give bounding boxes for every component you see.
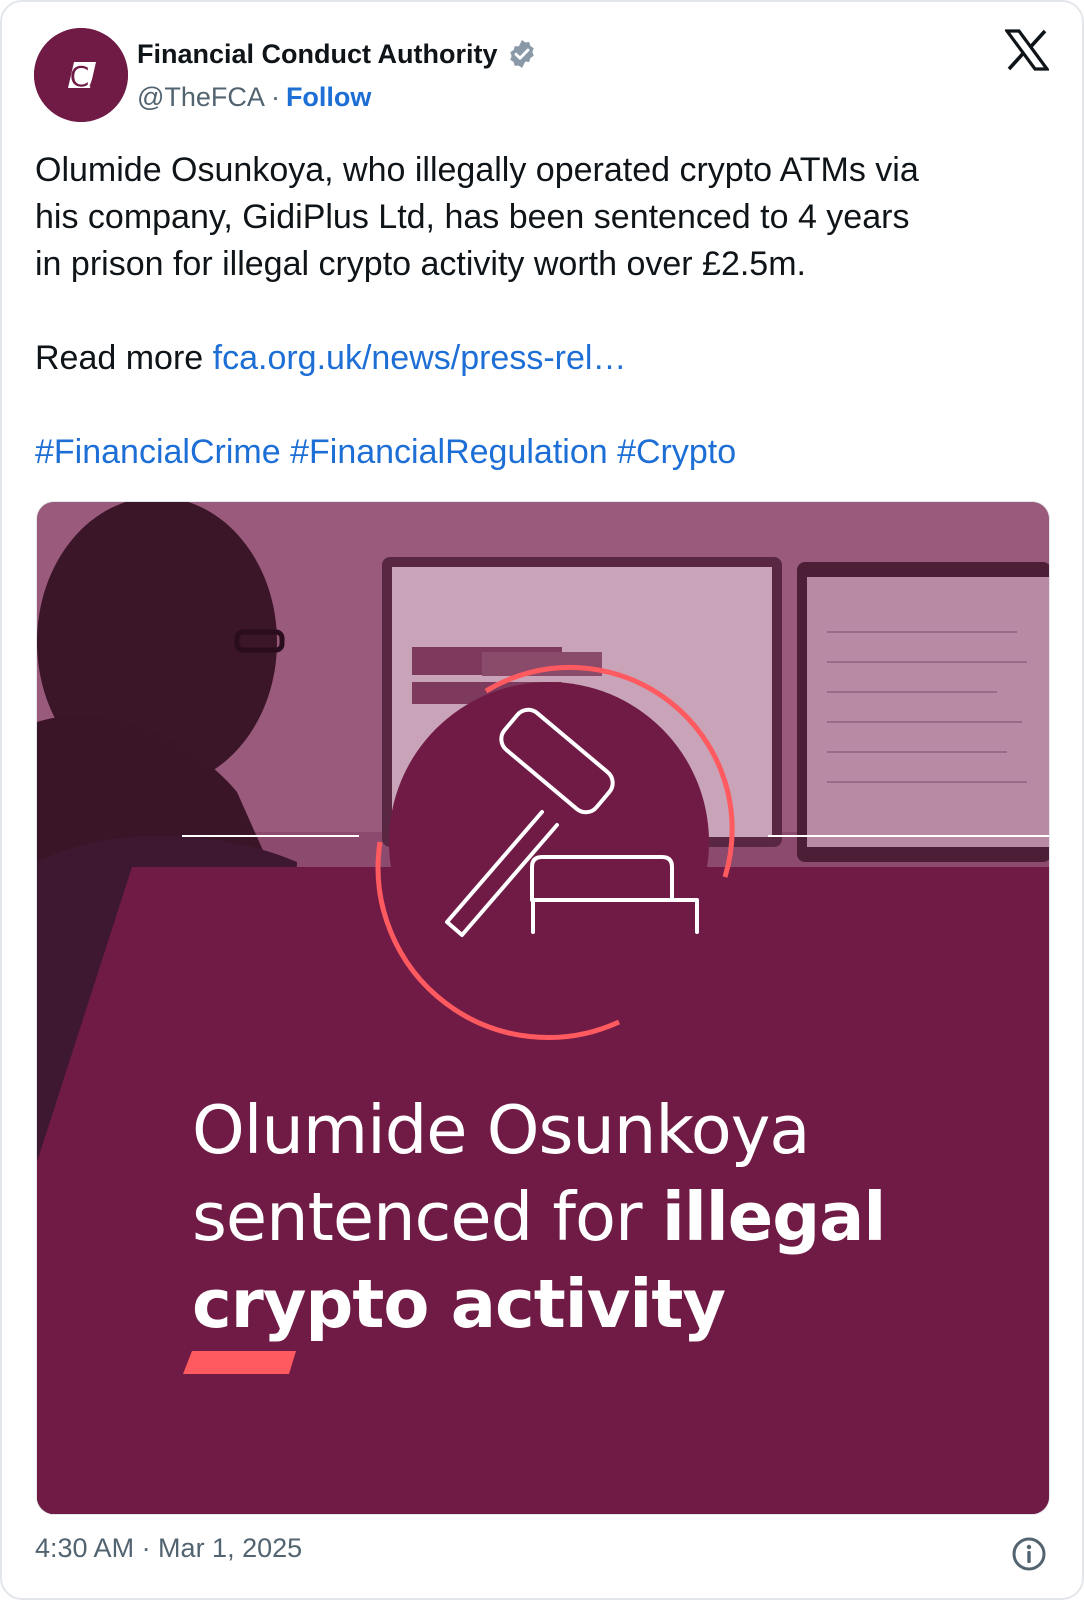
headline-light-2: sentenced for	[192, 1178, 662, 1256]
author-avatar[interactable]: FCA	[34, 28, 128, 122]
tweet-timestamp[interactable]: 4:30 AM · Mar 1, 2025	[35, 1533, 302, 1564]
headline-bold-1: illegal	[661, 1178, 886, 1256]
avatar-text: FCA	[54, 60, 109, 93]
tweet-media-image[interactable]: Olumide Osunkoya sentenced for illegal c…	[36, 501, 1050, 1515]
read-more-prefix: Read more	[35, 339, 213, 377]
tweet-line: his company, GidiPlus Ltd, has been sent…	[35, 198, 910, 236]
tweet-line: in prison for illegal crypto activity wo…	[35, 245, 806, 283]
hashtag-crypto[interactable]: #Crypto	[617, 433, 736, 471]
author-handle[interactable]: @TheFCA	[137, 82, 265, 113]
x-logo-icon[interactable]	[1005, 29, 1049, 71]
author-handle-row: @TheFCA · Follow	[137, 80, 371, 114]
tweet-text: Olumide Osunkoya, who illegally operated…	[35, 147, 1055, 476]
hashtag-financial-regulation[interactable]: #FinancialRegulation	[290, 433, 608, 471]
accent-bar	[183, 1351, 296, 1374]
hashtag-line: #FinancialCrime #FinancialRegulation #Cr…	[35, 429, 1055, 476]
hashtag-financial-crime[interactable]: #FinancialCrime	[35, 433, 281, 471]
tweet-line: Olumide Osunkoya, who illegally operated…	[35, 151, 919, 189]
author-name[interactable]: Financial Conduct Authority	[137, 39, 498, 70]
author-name-row: Financial Conduct Authority	[137, 34, 538, 74]
info-icon[interactable]	[1011, 1536, 1047, 1572]
headline-line-2: sentenced for illegal	[192, 1174, 992, 1261]
fca-logo-icon: FCA	[34, 28, 128, 122]
media-headline: Olumide Osunkoya sentenced for illegal c…	[192, 1087, 992, 1348]
separator-dot: ·	[270, 81, 280, 112]
media-graphic	[37, 502, 1049, 1514]
follow-button[interactable]: Follow	[286, 82, 371, 113]
press-release-link[interactable]: fca.org.uk/news/press-rel…	[213, 339, 627, 377]
read-more-line: Read more fca.org.uk/news/press-rel…	[35, 335, 1055, 382]
tweet-card: FCA Financial Conduct Authority @TheFCA …	[0, 0, 1084, 1600]
headline-line-1: Olumide Osunkoya	[192, 1091, 810, 1169]
headline-line-3: crypto activity	[192, 1265, 726, 1343]
verified-badge-icon	[509, 40, 534, 68]
